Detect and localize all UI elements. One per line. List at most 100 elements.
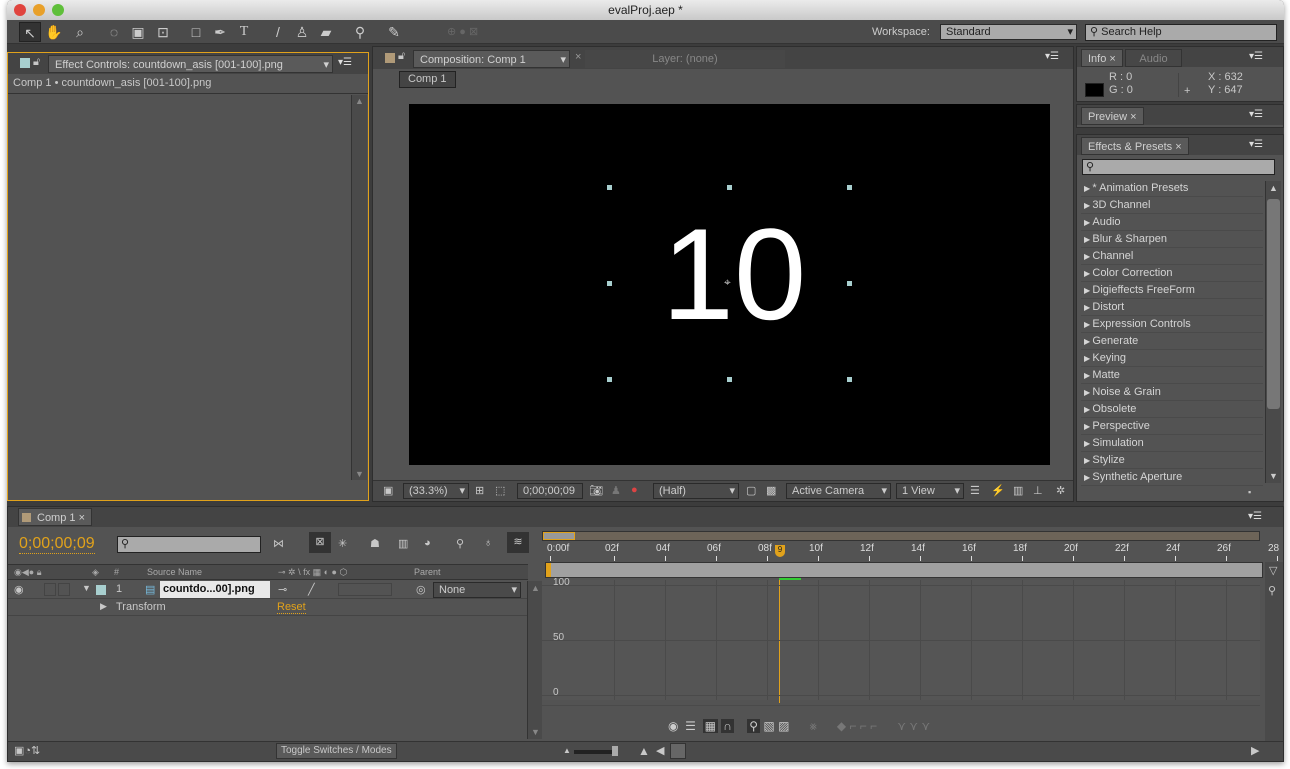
layer-handle[interactable] [847, 281, 852, 286]
effects-category[interactable]: ▶ Keying [1081, 350, 1263, 367]
tab-info[interactable]: Info × [1081, 49, 1123, 67]
minimize-window-button[interactable] [33, 4, 45, 16]
panel-menu-icon[interactable]: ▾☰ [1249, 51, 1263, 62]
layer-switches-toggle-icon[interactable]: ▣◔⇅ [14, 744, 40, 757]
edit-keyframe-icon[interactable]: ⨳ [809, 719, 816, 733]
tab-preview[interactable]: Preview × [1081, 107, 1144, 125]
show-snapshot-icon[interactable]: ♟ [611, 484, 621, 497]
time-navigator[interactable] [542, 531, 1260, 541]
effects-category[interactable]: ▶ Audio [1081, 214, 1263, 231]
roto-brush-tool-icon[interactable]: ⚲ [349, 22, 371, 42]
effects-category[interactable]: ▶ Stylize [1081, 452, 1263, 469]
eraser-tool-icon[interactable]: ▰ [315, 22, 337, 42]
camera-view-select[interactable]: Active Camera ▾ [786, 483, 891, 499]
zoom-in-icon[interactable]: ▲ [638, 744, 650, 758]
effect-controls-scrollbar[interactable]: ▲ ▼ [351, 95, 367, 480]
layer-handle[interactable] [607, 377, 612, 382]
effects-category[interactable]: ▶ * Animation Presets [1081, 180, 1263, 197]
draft-3d-icon[interactable]: ✳ [338, 537, 347, 550]
label-color-icon[interactable] [96, 585, 106, 595]
fit-selection-icon[interactable]: ⚲ [747, 719, 761, 733]
lock-icon[interactable]: 🔓︎ [398, 50, 405, 63]
graph-editor-icon[interactable]: ≋ [507, 532, 529, 553]
tab-layer[interactable]: Layer: (none) [585, 50, 785, 68]
tab-timeline-comp[interactable]: Comp 1 × [18, 508, 93, 526]
current-time-indicator[interactable]: 9 [775, 545, 785, 557]
lock-icon[interactable]: 🔓︎ [33, 56, 40, 69]
quality-switch-icon[interactable]: ╱ [308, 583, 315, 596]
flowchart-icon[interactable]: ⊥ [1033, 484, 1043, 497]
live-update-icon[interactable]: ⊠ [309, 532, 331, 553]
show-properties-icon[interactable]: ◉ [668, 719, 678, 733]
rotation-tool-icon[interactable]: ◌ [103, 22, 125, 42]
effects-category[interactable]: ▶ Simulation [1081, 435, 1263, 452]
layer-name[interactable]: countdo...00].png [160, 581, 270, 598]
effects-category[interactable]: ▶ Synthetic Aperture [1081, 469, 1263, 486]
scroll-right-icon[interactable]: ▶ [1251, 744, 1259, 757]
time-navigator-handle[interactable] [543, 532, 575, 540]
timeline-scroll-thumb[interactable] [670, 743, 686, 759]
shy-layers-icon[interactable]: ☗ [370, 537, 380, 550]
panel-menu-icon[interactable]: ▾☰ [1248, 511, 1262, 522]
current-time-display[interactable]: 0;00;00;09 [19, 535, 95, 554]
toggle-switches-modes-button[interactable]: Toggle Switches / Modes [276, 743, 397, 759]
exposure-icon[interactable]: ✲ [1056, 484, 1065, 497]
work-area-bar[interactable] [545, 562, 1263, 578]
effects-category[interactable]: ▶ Expression Controls [1081, 316, 1263, 333]
channel-icon[interactable]: ● [631, 484, 638, 496]
separate-dimensions-icon[interactable]: ▨ [778, 719, 789, 733]
composition-viewer[interactable]: 10 ⌖ [409, 104, 1050, 465]
fast-previews-icon[interactable]: ⚡ [991, 484, 1005, 497]
hand-tool-icon[interactable]: ✋ [43, 22, 65, 42]
timeline-search-input[interactable]: ⚲ [117, 536, 261, 553]
effects-category[interactable]: ▶ Digieffects FreeForm [1081, 282, 1263, 299]
scroll-thumb[interactable] [1267, 199, 1280, 409]
layer-scrollbar[interactable]: ▲ ▼ [527, 581, 542, 739]
parent-select[interactable]: None ▾ [433, 582, 521, 598]
puppet-pin-tool-icon[interactable]: ✎ [383, 22, 405, 42]
keyframe-interpolation-icons[interactable]: ◆ ⌐ ⌐ ⌐ [837, 719, 877, 733]
shy-switch-icon[interactable]: ⊸ [278, 583, 287, 596]
easy-ease-icons[interactable]: ⋎ ⋎ ⋎ [897, 719, 930, 733]
reset-link[interactable]: Reset [277, 601, 306, 614]
tab-effect-controls[interactable]: Effect Controls: countdown_asis [001-100… [48, 55, 333, 73]
effects-scrollbar[interactable]: ▲ ▼ [1265, 181, 1281, 483]
new-folder-icon[interactable]: ▪ [1248, 487, 1251, 497]
camera-tool-icon[interactable]: ▣ [127, 22, 149, 42]
effects-category[interactable]: ▶ Generate [1081, 333, 1263, 350]
panel-menu-icon[interactable]: ▾☰ [1045, 51, 1059, 62]
resolution-select[interactable]: (Half) ▾ [653, 483, 739, 499]
close-window-button[interactable] [14, 4, 26, 16]
always-preview-icon[interactable]: ▣ [383, 484, 393, 497]
tab-composition[interactable]: Composition: Comp 1 ▾ [413, 50, 570, 68]
show-transform-box-icon[interactable]: ▦ [702, 719, 718, 733]
layer-handle[interactable] [727, 185, 732, 190]
close-tab-icon[interactable]: × [575, 51, 581, 63]
expand-triangle-icon[interactable]: ▶ [100, 601, 107, 612]
brush-tool-icon[interactable]: / [267, 22, 289, 42]
tab-effects-presets[interactable]: Effects & Presets × [1081, 137, 1189, 155]
motion-blur-icon[interactable]: ◕ [424, 537, 431, 549]
snapshot-icon[interactable]: 📷︎ [589, 484, 603, 497]
zoom-slider[interactable] [574, 746, 618, 756]
zoom-icon[interactable]: ▽ [1269, 564, 1277, 577]
effects-category[interactable]: ▶ Blur & Sharpen [1081, 231, 1263, 248]
workspace-select[interactable]: Standard ▾ [940, 24, 1077, 40]
snapshot-graph-icon[interactable]: ⚲ [1268, 584, 1276, 597]
pen-tool-icon[interactable]: ✒ [209, 22, 231, 42]
search-help-input[interactable]: ⚲ Search Help [1085, 24, 1277, 41]
snap-icon[interactable]: ∩ [721, 719, 734, 733]
zoom-tool-icon[interactable]: ⌕ [69, 22, 91, 42]
zoom-out-icon[interactable]: ▲ [563, 746, 571, 755]
effects-category[interactable]: ▶ Matte [1081, 367, 1263, 384]
panel-menu-icon[interactable]: ▾☰ [1249, 139, 1263, 150]
layer-handle[interactable] [607, 281, 612, 286]
title-action-safe-icon[interactable]: ⊞ [475, 484, 484, 497]
effects-category[interactable]: ▶ Obsolete [1081, 401, 1263, 418]
anchor-point-icon[interactable]: ⌖ [724, 275, 731, 290]
auto-keyframe-icon[interactable]: ♁ [484, 537, 492, 549]
effects-category[interactable]: ▶ Channel [1081, 248, 1263, 265]
switch-boxes[interactable] [338, 583, 392, 596]
effects-search-input[interactable]: ⚲ [1082, 159, 1275, 175]
zoom-window-button[interactable] [52, 4, 64, 16]
